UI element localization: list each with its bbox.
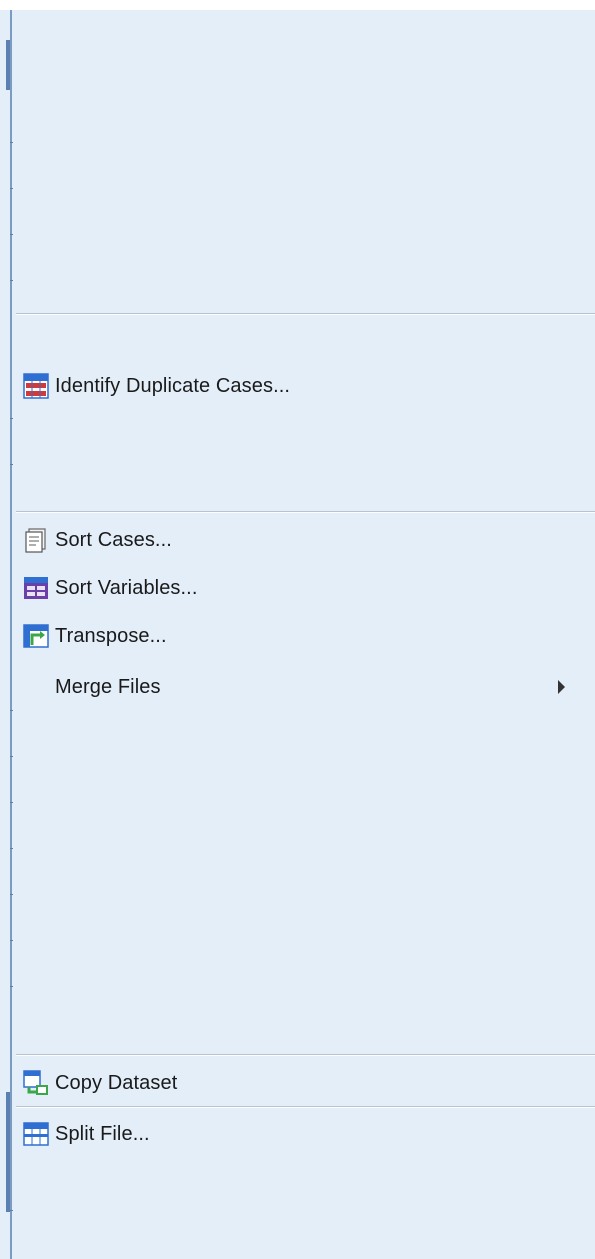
edge-tick bbox=[10, 464, 13, 465]
edge-tick bbox=[10, 894, 13, 895]
window-edge-accent bbox=[6, 1092, 10, 1212]
menu-item-merge-files[interactable]: Merge Files bbox=[16, 664, 595, 710]
edge-tick bbox=[10, 802, 13, 803]
menu-left-border bbox=[10, 10, 12, 1259]
edge-tick bbox=[10, 710, 13, 711]
menu-item-label: Sort Variables... bbox=[55, 576, 198, 599]
menu-separator bbox=[16, 1106, 595, 1108]
sort-variables-icon bbox=[23, 575, 49, 601]
menu-item-copy-dataset[interactable]: Copy Dataset bbox=[16, 1060, 595, 1106]
menu-item-split-file[interactable]: Split File... bbox=[16, 1111, 595, 1157]
data-menu-dropdown: Identify Duplicate Cases... Sort Cases..… bbox=[0, 10, 595, 1259]
edge-tick bbox=[10, 756, 13, 757]
menu-item-label: Merge Files bbox=[55, 675, 161, 698]
split-file-icon bbox=[23, 1121, 49, 1147]
sort-cases-icon bbox=[23, 527, 49, 553]
transpose-icon bbox=[23, 623, 49, 649]
menu-separator bbox=[16, 511, 595, 513]
menu-separator bbox=[16, 313, 595, 315]
menu-item-label: Transpose... bbox=[55, 624, 167, 647]
edge-tick bbox=[10, 848, 13, 849]
edge-tick bbox=[10, 188, 13, 189]
edge-tick bbox=[10, 1210, 13, 1211]
edge-tick bbox=[10, 234, 13, 235]
identify-duplicates-icon bbox=[23, 373, 49, 399]
copy-dataset-icon bbox=[23, 1070, 49, 1096]
edge-tick bbox=[10, 940, 13, 941]
menu-item-label: Identify Duplicate Cases... bbox=[55, 374, 291, 397]
menu-item-identify-duplicate-cases[interactable]: Identify Duplicate Cases... bbox=[16, 363, 595, 409]
edge-tick bbox=[10, 280, 13, 281]
menu-item-label: Copy Dataset bbox=[55, 1071, 178, 1094]
menu-item-transpose[interactable]: Transpose... bbox=[16, 613, 595, 659]
menu-item-label: Split File... bbox=[55, 1122, 150, 1145]
edge-tick bbox=[10, 986, 13, 987]
menu-item-label: Sort Cases... bbox=[55, 528, 172, 551]
menu-item-sort-variables[interactable]: Sort Variables... bbox=[16, 565, 595, 611]
window-edge-accent bbox=[6, 40, 10, 90]
edge-tick bbox=[10, 142, 13, 143]
menu-separator bbox=[16, 1054, 595, 1056]
menu-item-sort-cases[interactable]: Sort Cases... bbox=[16, 517, 595, 563]
submenu-arrow-icon bbox=[558, 680, 565, 694]
edge-tick bbox=[10, 418, 13, 419]
